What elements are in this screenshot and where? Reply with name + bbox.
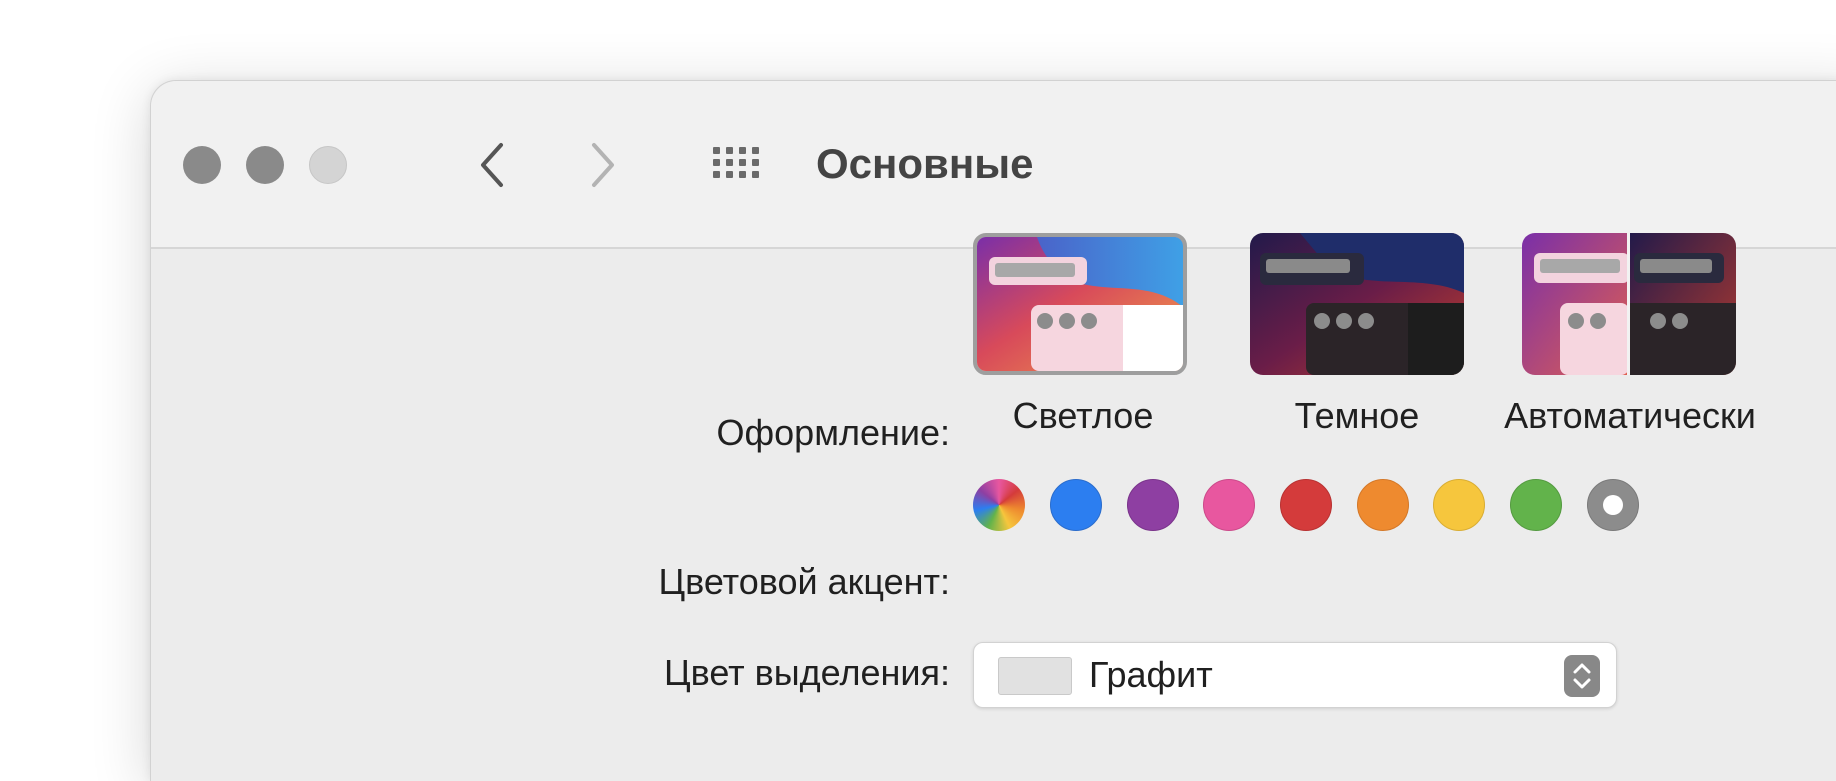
appearance-label: Оформление: (716, 412, 950, 453)
accent-swatch-graphite[interactable] (1587, 479, 1639, 531)
forward-chevron-icon (592, 143, 614, 187)
accent-swatch-orange[interactable] (1357, 479, 1409, 531)
back-chevron-icon (481, 143, 503, 187)
highlight-color-value: Графит (1089, 654, 1213, 695)
accent-swatch-purple[interactable] (1127, 479, 1179, 531)
highlight-color-popup[interactable]: Графит (973, 642, 1617, 708)
dark-appearance-thumbnail (1250, 233, 1464, 375)
appearance-auto-label: Автоматически (1504, 395, 1756, 436)
appearance-dark-label: Темное (1294, 395, 1420, 436)
forward-button[interactable] (576, 135, 626, 195)
appearance-light-label: Светлое (1012, 395, 1154, 436)
appearance-option-dark[interactable] (1250, 233, 1464, 375)
light-appearance-thumbnail (977, 237, 1183, 371)
accent-color-label: Цветовой акцент: (658, 561, 950, 602)
zoom-button[interactable] (309, 146, 347, 184)
accent-swatch-blue[interactable] (1050, 479, 1102, 531)
accent-swatch-green[interactable] (1510, 479, 1562, 531)
window-title: Основные (816, 140, 1034, 187)
highlight-color-label: Цвет выделения: (663, 652, 950, 693)
accent-swatch-multicolor[interactable] (973, 479, 1025, 531)
title-bar: Основные (151, 81, 1836, 249)
selected-dot-icon (1603, 495, 1623, 515)
auto-appearance-thumbnail (1522, 233, 1736, 375)
accent-swatch-yellow[interactable] (1433, 479, 1485, 531)
popup-stepper-icon (1564, 655, 1600, 697)
accent-swatch-pink[interactable] (1203, 479, 1255, 531)
back-button[interactable] (469, 135, 519, 195)
appearance-option-auto[interactable] (1522, 233, 1736, 375)
appearance-option-light[interactable] (973, 233, 1187, 375)
accent-swatch-red[interactable] (1280, 479, 1332, 531)
highlight-color-swatch (998, 657, 1072, 695)
close-button[interactable] (183, 146, 221, 184)
minimize-button[interactable] (246, 146, 284, 184)
show-all-button[interactable] (711, 145, 771, 189)
